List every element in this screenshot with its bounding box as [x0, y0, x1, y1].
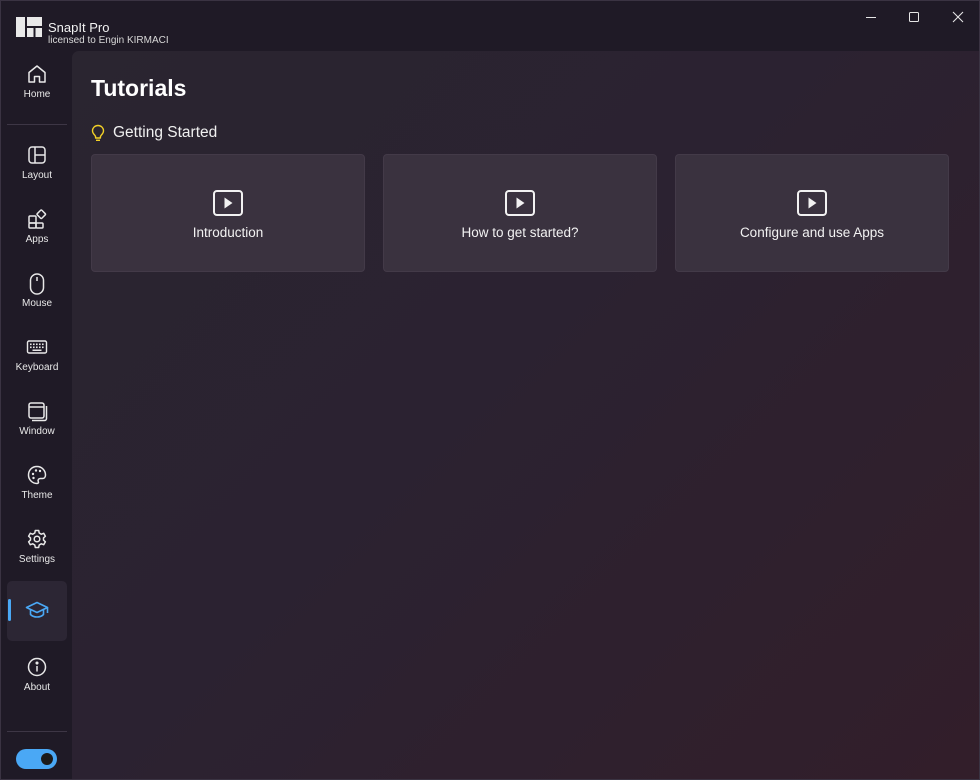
minimize-button[interactable] [849, 1, 893, 33]
sidebar-item-theme[interactable]: Theme [7, 456, 67, 516]
maximize-icon [909, 12, 919, 22]
main-content: Tutorials Getting Started Introduction H… [72, 51, 979, 779]
snapit-logo-icon [16, 17, 42, 37]
page-title: Tutorials [91, 75, 187, 101]
section-title: Getting Started [113, 124, 218, 141]
card-label: Configure and use Apps [739, 225, 885, 240]
sidebar-item-label: Window [19, 426, 55, 437]
sidebar-item-settings[interactable]: Settings [7, 520, 67, 580]
license-text: licensed to Engin KIRMACI [48, 35, 169, 46]
sidebar-divider [7, 731, 67, 732]
card-label: Introduction [192, 225, 264, 240]
card-label: How to get started? [461, 225, 579, 240]
sidebar-item-tutorials[interactable] [7, 581, 67, 641]
sidebar-item-label: About [23, 682, 51, 693]
sidebar-item-home[interactable]: Home [7, 55, 67, 115]
sidebar-item-apps[interactable]: Apps [7, 200, 67, 260]
lightbulb-icon [91, 124, 105, 141]
sidebar-item-window[interactable]: Window [7, 392, 67, 452]
minimize-icon [866, 17, 876, 18]
tutorial-card-configure-apps[interactable]: Configure and use Apps [675, 154, 949, 272]
palette-icon [27, 465, 47, 485]
tutorial-card-get-started[interactable]: How to get started? [383, 154, 657, 272]
sidebar-nav: Home Layout Apps Mouse Keyboard Window T… [1, 51, 72, 779]
active-indicator [8, 599, 11, 621]
apps-icon [28, 209, 47, 229]
sidebar-item-label: Settings [18, 554, 56, 565]
play-icon [797, 190, 827, 216]
close-button[interactable] [936, 1, 980, 33]
sidebar-item-label: Mouse [21, 298, 52, 309]
layout-icon [28, 146, 46, 164]
sidebar-divider [7, 124, 67, 125]
sidebar-item-label: Layout [21, 170, 53, 181]
mouse-icon [29, 273, 45, 295]
app-name: SnapIt Pro [48, 20, 110, 35]
sidebar-item-label: Theme [21, 490, 53, 501]
sidebar-item-mouse[interactable]: Mouse [7, 264, 67, 324]
tutorial-card-introduction[interactable]: Introduction [91, 154, 365, 272]
gear-icon [27, 529, 47, 549]
title-bar[interactable]: SnapIt Pro licensed to Engin KIRMACI [1, 1, 979, 51]
toggle-knob [41, 753, 53, 765]
keyboard-icon [26, 340, 48, 354]
info-icon [27, 657, 47, 677]
section-header: Getting Started [91, 123, 217, 143]
sidebar-item-about[interactable]: About [7, 648, 67, 708]
sidebar-item-layout[interactable]: Layout [7, 136, 67, 196]
sidebar-item-label: Apps [25, 234, 49, 245]
maximize-button[interactable] [892, 1, 936, 33]
app-window: SnapIt Pro licensed to Engin KIRMACI Hom… [0, 0, 980, 780]
window-icon [28, 402, 48, 422]
sidebar-item-label: Keyboard [15, 362, 59, 373]
theme-toggle[interactable] [16, 749, 57, 769]
sidebar-item-label: Home [23, 89, 51, 100]
sidebar-item-keyboard[interactable]: Keyboard [7, 328, 67, 388]
home-icon [28, 65, 46, 83]
close-icon [952, 11, 964, 23]
graduation-cap-icon [25, 601, 49, 618]
play-icon [505, 190, 535, 216]
play-icon [213, 190, 243, 216]
